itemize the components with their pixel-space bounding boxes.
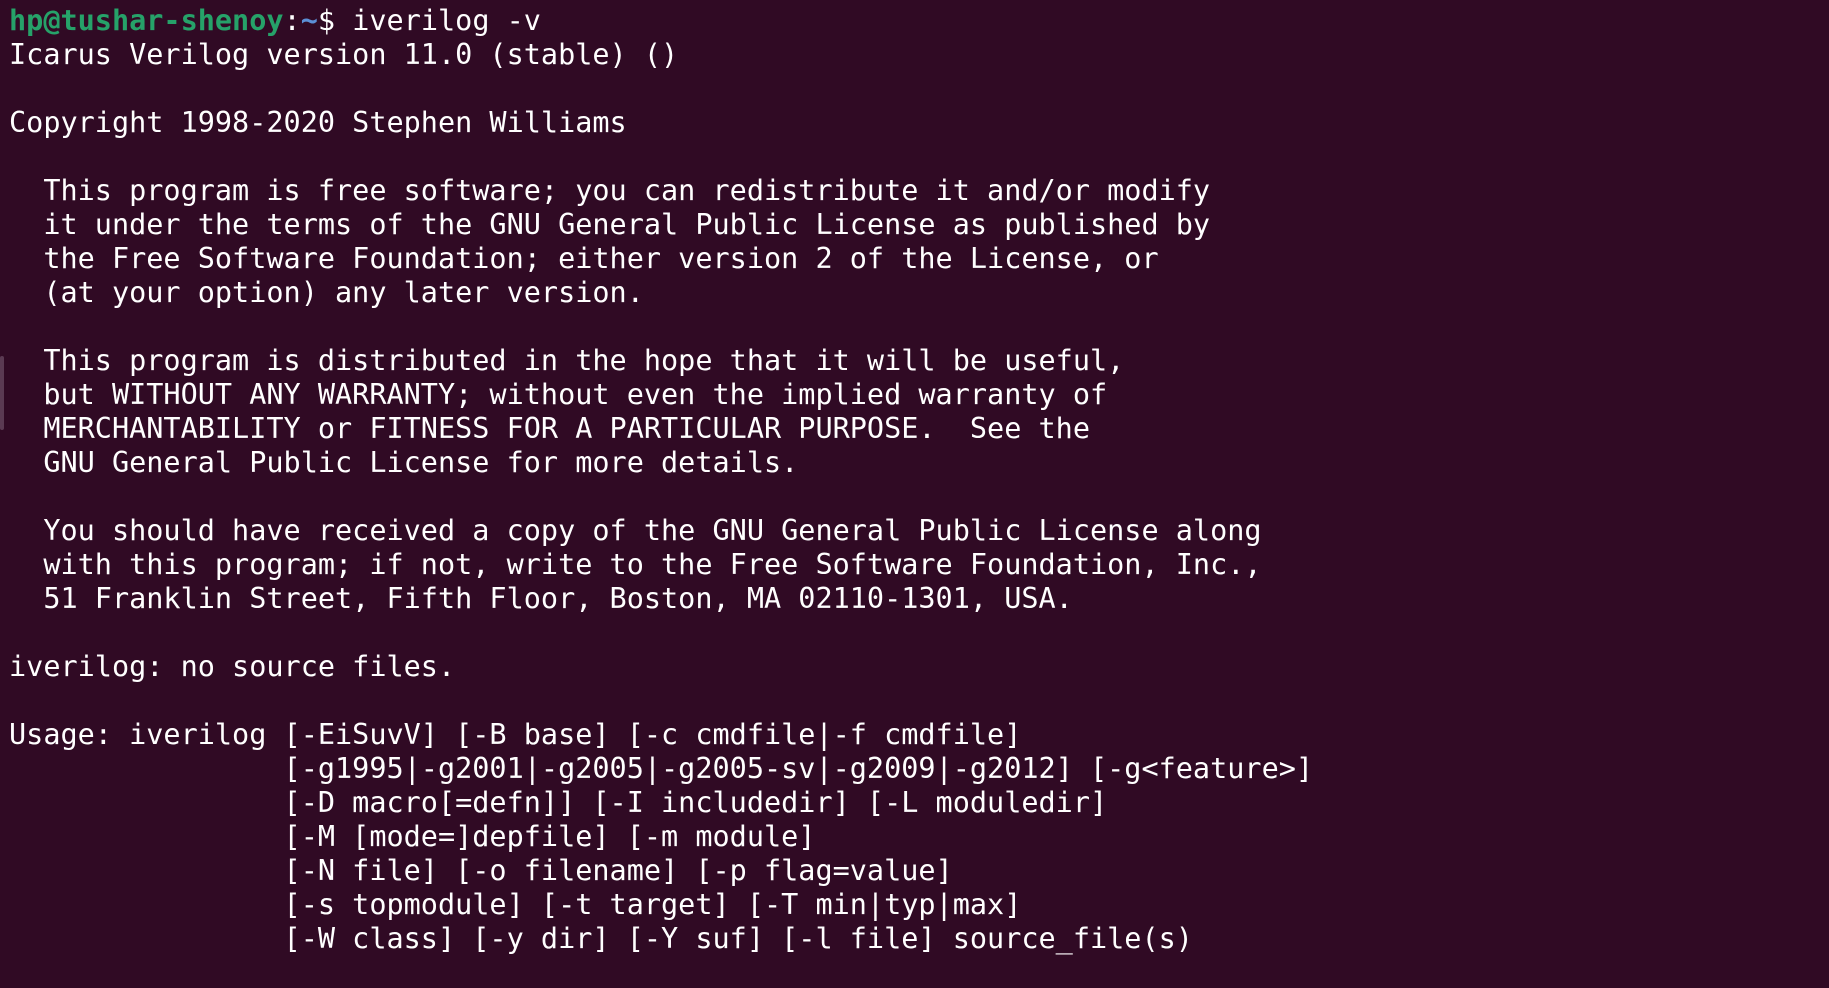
output-line: You should have received a copy of the G… [9,514,1262,547]
output-line: [-M [mode=]depfile] [-m module] [9,820,816,853]
output-line: GNU General Public License for more deta… [9,446,799,479]
output-line: [-g1995|-g2001|-g2005|-g2005-sv|-g2009|-… [9,752,1314,785]
output-line: Usage: iverilog [-EiSuvV] [-B base] [-c … [9,718,1022,751]
output-line: [-D macro[=defn]] [-I includedir] [-L mo… [9,786,1108,819]
scrollbar-thumb[interactable] [0,356,4,430]
prompt-user-host: hp@tushar-shenoy [9,4,284,37]
prompt-path: ~ [300,4,318,37]
output-line: (at your option) any later version. [9,276,644,309]
terminal-output: Icarus Verilog version 11.0 (stable) () C… [9,38,1829,956]
output-line: Icarus Verilog version 11.0 (stable) () [9,38,679,71]
output-line: [-N file] [-o filename] [-p flag=value] [9,854,953,887]
output-line: the Free Software Foundation; either ver… [9,242,1159,275]
output-line: This program is distributed in the hope … [9,344,1125,377]
command-text: iverilog -v [352,4,541,37]
output-line: [-s topmodule] [-t target] [-T min|typ|m… [9,888,1022,921]
output-line: [-W class] [-y dir] [-Y suf] [-l file] s… [9,922,1193,955]
output-line: with this program; if not, write to the … [9,548,1262,581]
prompt-symbol: $ [317,4,353,37]
output-line: 51 Franklin Street, Fifth Floor, Boston,… [9,582,1073,615]
output-line: but WITHOUT ANY WARRANTY; without even t… [9,378,1108,411]
output-line: MERCHANTABILITY or FITNESS FOR A PARTICU… [9,412,1090,445]
prompt-line: hp@tushar-shenoy:~$ iverilog -v [9,4,1829,38]
output-line: This program is free software; you can r… [9,174,1211,207]
terminal-window[interactable]: hp@tushar-shenoy:~$ iverilog -v Icarus V… [0,0,1829,988]
output-line: iverilog: no source files. [9,650,456,683]
output-line: it under the terms of the GNU General Pu… [9,208,1211,241]
output-line: Copyright 1998-2020 Stephen Williams [9,106,627,139]
prompt-separator: : [283,4,301,37]
